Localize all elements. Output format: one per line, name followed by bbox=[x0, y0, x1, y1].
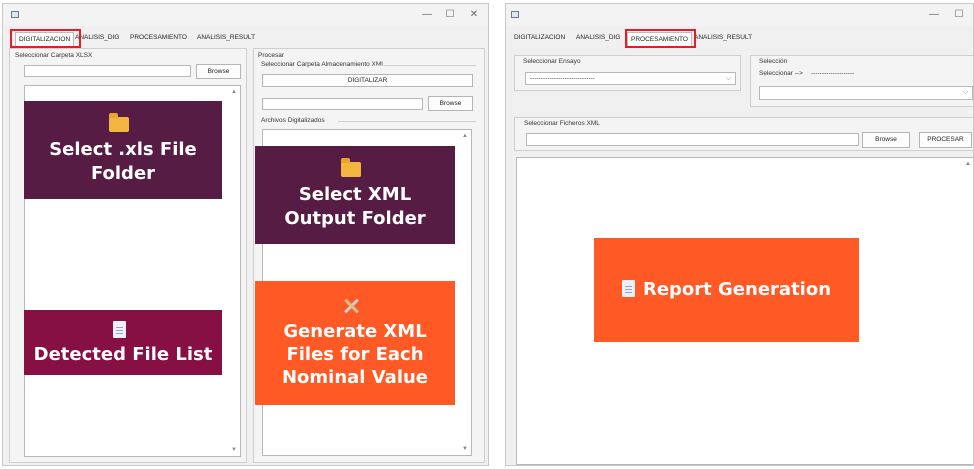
seleccion-select[interactable]: ⌵ bbox=[759, 86, 973, 100]
document-icon bbox=[621, 279, 635, 297]
seleccionar-text: Seleccionar --> bbox=[759, 70, 805, 77]
annotation-select-xls: Select .xls File Folder bbox=[24, 101, 222, 199]
scroll-up-arrow[interactable]: ▲ bbox=[231, 89, 237, 95]
active-tab-highlight bbox=[10, 29, 81, 48]
right-app-window: — ☐ DIGITALIZACION ANALISIS_DIG PROCESAM… bbox=[505, 3, 974, 466]
minimize-button[interactable]: — bbox=[417, 8, 437, 22]
seleccion-label: Selección bbox=[759, 58, 790, 65]
ficheros-panel: Seleccionar Ficheros XML Browse PROCESAR bbox=[514, 117, 973, 151]
xlsx-group-label: Seleccionar Carpeta XLSX bbox=[15, 52, 95, 59]
annotation-select-xml: Select XML Output Folder bbox=[255, 146, 455, 244]
maximize-button[interactable]: ☐ bbox=[440, 8, 460, 22]
app-icon bbox=[511, 11, 519, 18]
title-bar: — ☐ bbox=[506, 4, 973, 26]
scroll-down-arrow[interactable]: ▼ bbox=[462, 446, 468, 452]
xlsx-path-input[interactable] bbox=[24, 65, 191, 77]
ficheros-browse-button[interactable]: Browse bbox=[862, 132, 910, 148]
ensayo-select[interactable]: ------------------------------ ⌵ bbox=[525, 72, 736, 85]
xml-browse-button[interactable]: Browse bbox=[428, 96, 473, 111]
ensayo-value: ------------------------------ bbox=[530, 75, 595, 82]
seleccion-panel: Selección Seleccionar --> --------------… bbox=[750, 55, 973, 107]
digitalizar-button[interactable]: DIGITALIZAR bbox=[262, 74, 473, 87]
tools-icon bbox=[342, 297, 360, 315]
close-button[interactable]: ✕ bbox=[464, 8, 484, 22]
archivos-label: Archivos Digitalizados bbox=[261, 117, 327, 124]
chevron-down-icon: ⌵ bbox=[962, 89, 968, 96]
maximize-button[interactable]: ☐ bbox=[949, 8, 969, 22]
annotation-text: Generate XML Files for Each Nominal Valu… bbox=[281, 320, 429, 389]
xml-path-input[interactable] bbox=[262, 98, 423, 110]
annotation-generate-xml: Generate XML Files for Each Nominal Valu… bbox=[255, 281, 455, 405]
annotation-text: Select .xls File Folder bbox=[49, 139, 197, 184]
xlsx-browse-button[interactable]: Browse bbox=[196, 64, 241, 79]
folder-icon bbox=[109, 113, 129, 133]
tab-analisis-result[interactable]: ANALISIS_RESULT bbox=[694, 34, 752, 41]
tab-analisis-dig[interactable]: ANALISIS_DIG bbox=[75, 34, 119, 41]
minimize-button[interactable]: — bbox=[924, 8, 944, 22]
tab-bar: DIGITALIZACION ANALISIS_DIG PROCESAMIENT… bbox=[506, 32, 973, 48]
xml-storage-label: Seleccionar Carpeta Almacenamiento XML bbox=[261, 61, 387, 68]
ensayo-label: Seleccionar Ensayo bbox=[523, 58, 583, 65]
ensayo-panel: Seleccionar Ensayo ---------------------… bbox=[514, 55, 741, 91]
procesar-group-label: Procesar bbox=[258, 52, 287, 59]
document-icon bbox=[112, 320, 126, 338]
annotation-text: Select XML Output Folder bbox=[284, 184, 426, 229]
annotation-text: Detected File List bbox=[33, 343, 213, 365]
annotation-detected-list: Detected File List bbox=[24, 310, 222, 375]
group-line bbox=[338, 121, 476, 122]
scroll-up-arrow[interactable]: ▲ bbox=[965, 161, 971, 167]
scroll-up-arrow[interactable]: ▲ bbox=[462, 133, 468, 139]
active-tab-highlight bbox=[625, 29, 696, 48]
ficheros-label: Seleccionar Ficheros XML bbox=[524, 120, 602, 127]
title-bar: — ☐ ✕ bbox=[3, 4, 488, 26]
procesar-button[interactable]: PROCESAR bbox=[919, 132, 972, 148]
scroll-down-arrow[interactable]: ▼ bbox=[231, 447, 237, 453]
group-line bbox=[374, 65, 476, 66]
app-icon bbox=[11, 11, 19, 18]
annotation-report: Report Generation bbox=[594, 238, 859, 342]
tab-procesamiento[interactable]: PROCESAMIENTO bbox=[130, 34, 187, 41]
chevron-down-icon: ⌵ bbox=[725, 75, 731, 82]
folder-icon bbox=[341, 158, 361, 178]
ficheros-path-input[interactable] bbox=[526, 133, 859, 146]
annotation-text: Report Generation bbox=[642, 279, 832, 301]
tab-analisis-result[interactable]: ANALISIS_RESULT bbox=[197, 34, 255, 41]
seleccionar-dashes: -------------------- bbox=[811, 70, 857, 77]
tab-analisis-dig[interactable]: ANALISIS_DIG bbox=[576, 34, 620, 41]
tab-digitalizacion[interactable]: DIGITALIZACION bbox=[514, 34, 565, 41]
